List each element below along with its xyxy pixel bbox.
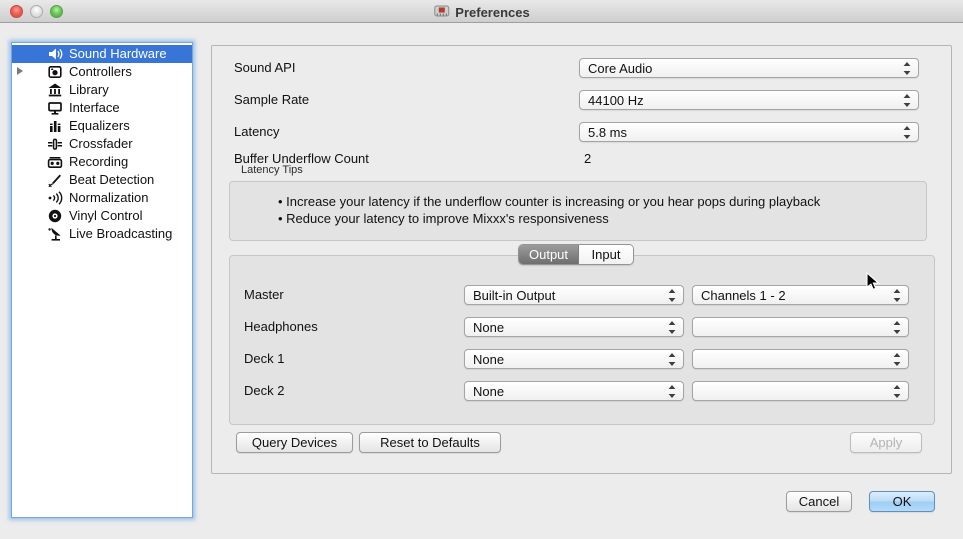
- sidebar-item-label: Live Broadcasting: [69, 225, 172, 243]
- sidebar-item-interface[interactable]: Interface: [12, 99, 192, 117]
- cancel-button[interactable]: Cancel: [786, 491, 852, 512]
- sidebar-item-live-broadcasting[interactable]: Live Broadcasting: [12, 225, 192, 243]
- monitor-icon: [47, 100, 63, 116]
- sidebar-item-crossfader[interactable]: Crossfader: [12, 135, 192, 153]
- controller-icon: [47, 64, 63, 80]
- stepper-arrows-icon: [893, 353, 901, 366]
- sidebar-item-vinyl-control[interactable]: Vinyl Control: [12, 207, 192, 225]
- sidebar-item-normalization[interactable]: Normalization: [12, 189, 192, 207]
- tab-output[interactable]: Output: [519, 245, 579, 264]
- headphones-label: Headphones: [244, 317, 318, 337]
- sidebar-item-equalizers[interactable]: Equalizers: [12, 117, 192, 135]
- stepper-arrows-icon: [668, 353, 676, 366]
- latency-label: Latency: [234, 122, 280, 142]
- deck2-channel-select[interactable]: [692, 381, 909, 401]
- sidebar-item-label: Sound Hardware: [69, 45, 167, 63]
- sidebar-item-beat-detection[interactable]: Beat Detection: [12, 171, 192, 189]
- titlebar: Preferences: [0, 0, 963, 23]
- stepper-arrows-icon: [668, 289, 676, 302]
- sound-waves-icon: [47, 190, 63, 206]
- window-title: Preferences: [455, 4, 529, 21]
- deck2-label: Deck 2: [244, 381, 284, 401]
- headphones-device-value: None: [473, 320, 504, 335]
- stepper-arrows-icon: [668, 385, 676, 398]
- master-device-select[interactable]: Built-in Output: [464, 285, 684, 305]
- stepper-arrows-icon: [893, 385, 901, 398]
- tab-input[interactable]: Input: [579, 245, 633, 264]
- deck2-device-select[interactable]: None: [464, 381, 684, 401]
- sidebar-item-label: Recording: [69, 153, 128, 171]
- sidebar-item-label: Crossfader: [69, 135, 133, 153]
- equalizer-bars-icon: [47, 118, 63, 134]
- latency-select[interactable]: 5.8 ms: [579, 122, 919, 142]
- latency-tips-title: Latency Tips: [241, 164, 303, 176]
- headphones-device-select[interactable]: None: [464, 317, 684, 337]
- sidebar-item-controllers[interactable]: Controllers: [12, 63, 192, 81]
- sidebar-item-library[interactable]: Library: [12, 81, 192, 99]
- master-device-value: Built-in Output: [473, 288, 555, 303]
- disclosure-triangle-icon[interactable]: [17, 67, 23, 75]
- ok-button[interactable]: OK: [869, 491, 935, 512]
- minimize-button[interactable]: [30, 5, 43, 18]
- window-title-group: Preferences: [433, 3, 529, 22]
- sidebar-item-recording[interactable]: Recording: [12, 153, 192, 171]
- reset-to-defaults-button[interactable]: Reset to Defaults: [359, 432, 501, 453]
- close-button[interactable]: [10, 5, 23, 18]
- sidebar-item-label: Vinyl Control: [69, 207, 142, 225]
- sidebar-item-label: Interface: [69, 99, 120, 117]
- zoom-button[interactable]: [50, 5, 63, 18]
- deck1-label: Deck 1: [244, 349, 284, 369]
- sound-api-label: Sound API: [234, 58, 295, 78]
- latency-tip: Increase your latency if the underflow c…: [278, 193, 820, 210]
- sidebar-item-label: Equalizers: [69, 117, 130, 135]
- sample-rate-label: Sample Rate: [234, 90, 309, 110]
- satellite-dish-icon: [47, 226, 63, 242]
- sidebar-item-label: Normalization: [69, 189, 148, 207]
- sidebar-item-label: Controllers: [69, 63, 132, 81]
- latency-value: 5.8 ms: [588, 125, 627, 140]
- query-devices-button[interactable]: Query Devices: [236, 432, 353, 453]
- sound-api-value: Core Audio: [588, 61, 652, 76]
- master-label: Master: [244, 285, 284, 305]
- sidebar-item-sound-hardware[interactable]: Sound Hardware: [12, 45, 192, 63]
- sidebar-item-label: Library: [69, 81, 109, 99]
- headphones-channel-select[interactable]: [692, 317, 909, 337]
- window-controls: [10, 5, 63, 18]
- latency-tip: Reduce your latency to improve Mixxx's r…: [278, 210, 820, 227]
- stepper-arrows-icon: [903, 62, 911, 75]
- stepper-arrows-icon: [668, 321, 676, 334]
- sample-rate-value: 44100 Hz: [588, 93, 644, 108]
- beat-wand-icon: [47, 172, 63, 188]
- deck1-channel-select[interactable]: [692, 349, 909, 369]
- stepper-arrows-icon: [903, 126, 911, 139]
- sound-api-select[interactable]: Core Audio: [579, 58, 919, 78]
- io-tabbar: Output Input: [518, 244, 634, 265]
- speaker-icon: [47, 46, 63, 62]
- stepper-arrows-icon: [903, 94, 911, 107]
- library-icon: [47, 82, 63, 98]
- deck2-device-value: None: [473, 384, 504, 399]
- sample-rate-select[interactable]: 44100 Hz: [579, 90, 919, 110]
- deck1-device-select[interactable]: None: [464, 349, 684, 369]
- mouse-cursor: [866, 272, 880, 295]
- preferences-icon: [433, 3, 449, 22]
- apply-button[interactable]: Apply: [850, 432, 922, 453]
- deck1-device-value: None: [473, 352, 504, 367]
- buffer-underflow-value: 2: [584, 149, 591, 169]
- master-channel-value: Channels 1 - 2: [701, 288, 786, 303]
- sidebar-item-label: Beat Detection: [69, 171, 154, 189]
- stepper-arrows-icon: [893, 289, 901, 302]
- latency-tips-box: Increase your latency if the underflow c…: [229, 181, 927, 241]
- vinyl-record-icon: [47, 208, 63, 224]
- latency-tips-list: Increase your latency if the underflow c…: [278, 193, 820, 227]
- stepper-arrows-icon: [893, 321, 901, 334]
- sound-hardware-pane: Sound API Core Audio Sample Rate 44100 H…: [211, 45, 952, 474]
- crossfader-icon: [47, 136, 63, 152]
- recorder-icon: [47, 154, 63, 170]
- preferences-sidebar: Sound Hardware Controllers Library: [11, 42, 193, 518]
